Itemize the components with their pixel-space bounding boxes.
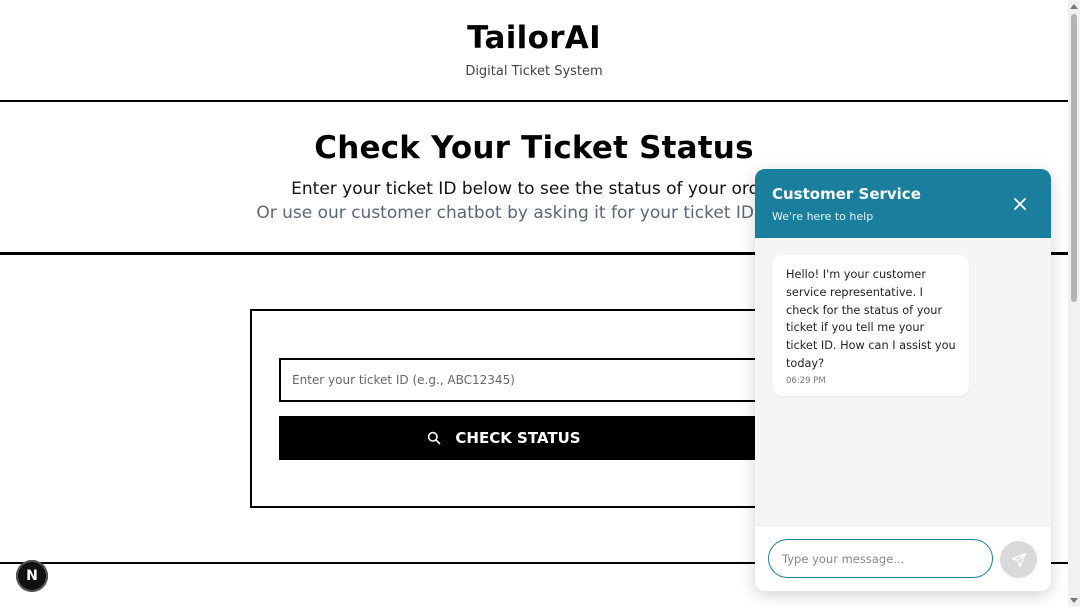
scroll-down-arrow[interactable] [1070,598,1078,603]
check-status-label: CHECK STATUS [455,429,581,447]
page-scrollbar[interactable] [1068,0,1080,607]
dev-badge-label: N [26,568,38,584]
brand-title: TailorAI [467,20,601,56]
chat-message-input[interactable] [768,539,993,578]
chat-message-time: 06:29 PM [786,375,826,386]
dev-tools-badge[interactable]: N [16,560,48,592]
send-icon [1011,552,1027,568]
chat-header: Customer Service We're here to help [755,169,1051,238]
ticket-form-card: CHECK STATUS [250,309,810,508]
search-icon [427,431,441,445]
scroll-thumb[interactable] [1071,14,1077,302]
brand-subtitle: Digital Ticket System [465,64,603,79]
chat-message-list: Hello! I'm your customer service represe… [755,238,1051,526]
chat-message-bot: Hello! I'm your customer service represe… [772,255,969,396]
close-icon[interactable] [1011,195,1029,213]
check-status-button[interactable]: CHECK STATUS [279,416,779,460]
chat-composer [755,525,1051,591]
scroll-up-arrow[interactable] [1070,4,1078,9]
send-button[interactable] [1000,541,1037,578]
chat-widget: Customer Service We're here to help Hell… [755,169,1051,591]
site-header: TailorAI Digital Ticket System [0,0,1068,102]
chat-subtitle: We're here to help [772,210,874,223]
chat-message-text: Hello! I'm your customer service represe… [786,268,956,370]
chat-title: Customer Service [772,185,921,203]
page-title: Check Your Ticket Status [314,130,754,166]
ticket-id-input[interactable] [279,358,779,402]
